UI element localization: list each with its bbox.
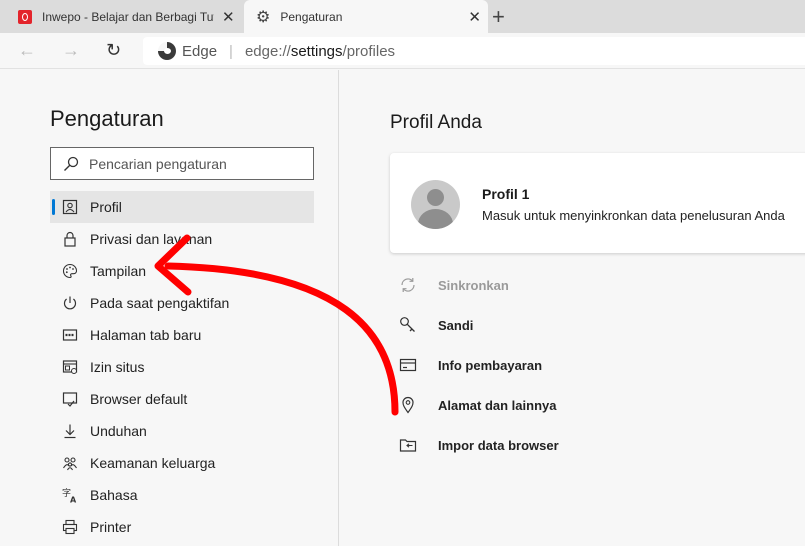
- sidebar-item-label: Halaman tab baru: [90, 327, 202, 343]
- sidebar-item-pengaktifan[interactable]: Pada saat pengaktifan: [50, 287, 314, 319]
- newtab-icon: [61, 326, 79, 344]
- row-info-pembayaran[interactable]: Info pembayaran: [398, 345, 798, 385]
- power-icon: [61, 294, 79, 312]
- sidebar-item-bahasa[interactable]: 字A Bahasa: [50, 479, 314, 511]
- site-permissions-icon: [61, 358, 79, 376]
- browser-name: Edge: [182, 42, 218, 60]
- tab-strip: Inwepo - Belajar dan Berbagi Tut ✕ ⚙ Pen…: [0, 0, 805, 33]
- language-icon: 字A: [61, 486, 79, 504]
- row-label: Info pembayaran: [438, 357, 543, 373]
- opera-icon: [18, 9, 32, 24]
- download-icon: [61, 422, 79, 440]
- sidebar-item-label: Tampilan: [90, 263, 147, 279]
- card-icon: [398, 355, 418, 375]
- profile-icon: [61, 198, 79, 216]
- address-bar[interactable]: Edge | edge://settings/profiles: [143, 37, 805, 65]
- sidebar-item-label: Izin situs: [90, 359, 145, 375]
- page-title: Profil Anda: [390, 112, 482, 133]
- row-label: Alamat dan lainnya: [438, 397, 557, 413]
- sidebar-item-tab-baru[interactable]: Halaman tab baru: [50, 319, 314, 351]
- sync-icon: [398, 275, 418, 295]
- row-sandi[interactable]: Sandi: [398, 305, 798, 345]
- gear-icon: ⚙: [256, 8, 271, 26]
- sidebar-item-privasi[interactable]: Privasi dan layanan: [50, 223, 314, 255]
- close-icon[interactable]: ✕: [222, 8, 235, 26]
- location-icon: [398, 395, 418, 415]
- tab-inwepo[interactable]: Inwepo - Belajar dan Berbagi Tut ✕: [10, 0, 244, 33]
- sidebar-item-keamanan-keluarga[interactable]: Keamanan keluarga: [50, 447, 314, 479]
- avatar-body: [418, 209, 453, 229]
- sidebar-item-label: Unduhan: [90, 423, 147, 439]
- url-text: edge://settings/profiles: [244, 42, 396, 60]
- sidebar-item-label: Bahasa: [90, 487, 138, 503]
- sidebar-item-izin-situs[interactable]: Izin situs: [50, 351, 314, 383]
- default-browser-icon: [61, 390, 79, 408]
- sidebar-item-printer[interactable]: Printer: [50, 511, 314, 543]
- sidebar-item-label: Pada saat pengaktifan: [90, 295, 230, 311]
- divider: |: [229, 42, 233, 60]
- lock-icon: [61, 230, 79, 248]
- close-icon[interactable]: ✕: [468, 8, 481, 26]
- sidebar-item-label: Privasi dan layanan: [90, 231, 213, 247]
- sidebar-item-profil[interactable]: Profil: [50, 191, 314, 223]
- sidebar-item-tampilan[interactable]: Tampilan: [50, 255, 314, 287]
- back-arrow-icon[interactable]: ←: [18, 40, 36, 61]
- row-label: Impor data browser: [438, 437, 559, 453]
- palette-icon: [61, 262, 79, 280]
- profile-card[interactable]: Profil 1 Masuk untuk menyinkronkan data …: [390, 153, 805, 253]
- refresh-icon[interactable]: ↻: [106, 40, 121, 61]
- svg-text:A: A: [70, 496, 77, 504]
- row-label: Sinkronkan: [438, 277, 509, 293]
- new-tab-icon[interactable]: +: [492, 4, 505, 30]
- profile-description: Masuk untuk menyinkronkan data penelusur…: [482, 208, 785, 223]
- import-icon: [398, 435, 418, 455]
- sidebar-item-label: Keamanan keluarga: [90, 455, 216, 471]
- avatar: [411, 180, 460, 229]
- sidebar-item-label: Printer: [90, 519, 132, 535]
- sidebar-item-label: Browser default: [90, 391, 188, 407]
- printer-icon: [61, 518, 79, 536]
- main-content: Profil Anda Profil 1 Masuk untuk menyink…: [340, 70, 805, 546]
- tab-settings[interactable]: ⚙ Pengaturan ✕: [244, 0, 488, 33]
- row-impor-data[interactable]: Impor data browser: [398, 425, 798, 465]
- sidebar-item-unduhan[interactable]: Unduhan: [50, 415, 314, 447]
- forward-arrow-icon[interactable]: →: [62, 40, 80, 61]
- avatar-head: [427, 189, 444, 206]
- tab-title: Pengaturan: [280, 9, 343, 24]
- row-label: Sandi: [438, 317, 474, 333]
- profile-settings-list: Sinkronkan Sandi Info pembayaran Alamat …: [398, 265, 798, 465]
- search-icon: [64, 156, 79, 171]
- key-icon: [398, 315, 418, 335]
- navigation-bar: ← → ↻ Edge | edge://settings/profiles: [0, 33, 805, 69]
- settings-sidebar: Pengaturan Pencarian pengaturan Profil P…: [0, 70, 339, 546]
- sidebar-menu: Profil Privasi dan layanan Tampilan Pada…: [50, 191, 314, 543]
- profile-name: Profil 1: [482, 186, 530, 202]
- sidebar-title: Pengaturan: [50, 106, 164, 131]
- tab-title: Inwepo - Belajar dan Berbagi Tut: [42, 9, 214, 24]
- search-placeholder: Pencarian pengaturan: [89, 155, 227, 172]
- sidebar-item-label: Profil: [90, 199, 122, 215]
- family-icon: [61, 454, 79, 472]
- row-alamat[interactable]: Alamat dan lainnya: [398, 385, 798, 425]
- sidebar-item-browser-default[interactable]: Browser default: [50, 383, 314, 415]
- search-input[interactable]: Pencarian pengaturan: [50, 147, 314, 180]
- edge-logo-icon: [158, 42, 176, 60]
- row-sinkronkan[interactable]: Sinkronkan: [398, 265, 798, 305]
